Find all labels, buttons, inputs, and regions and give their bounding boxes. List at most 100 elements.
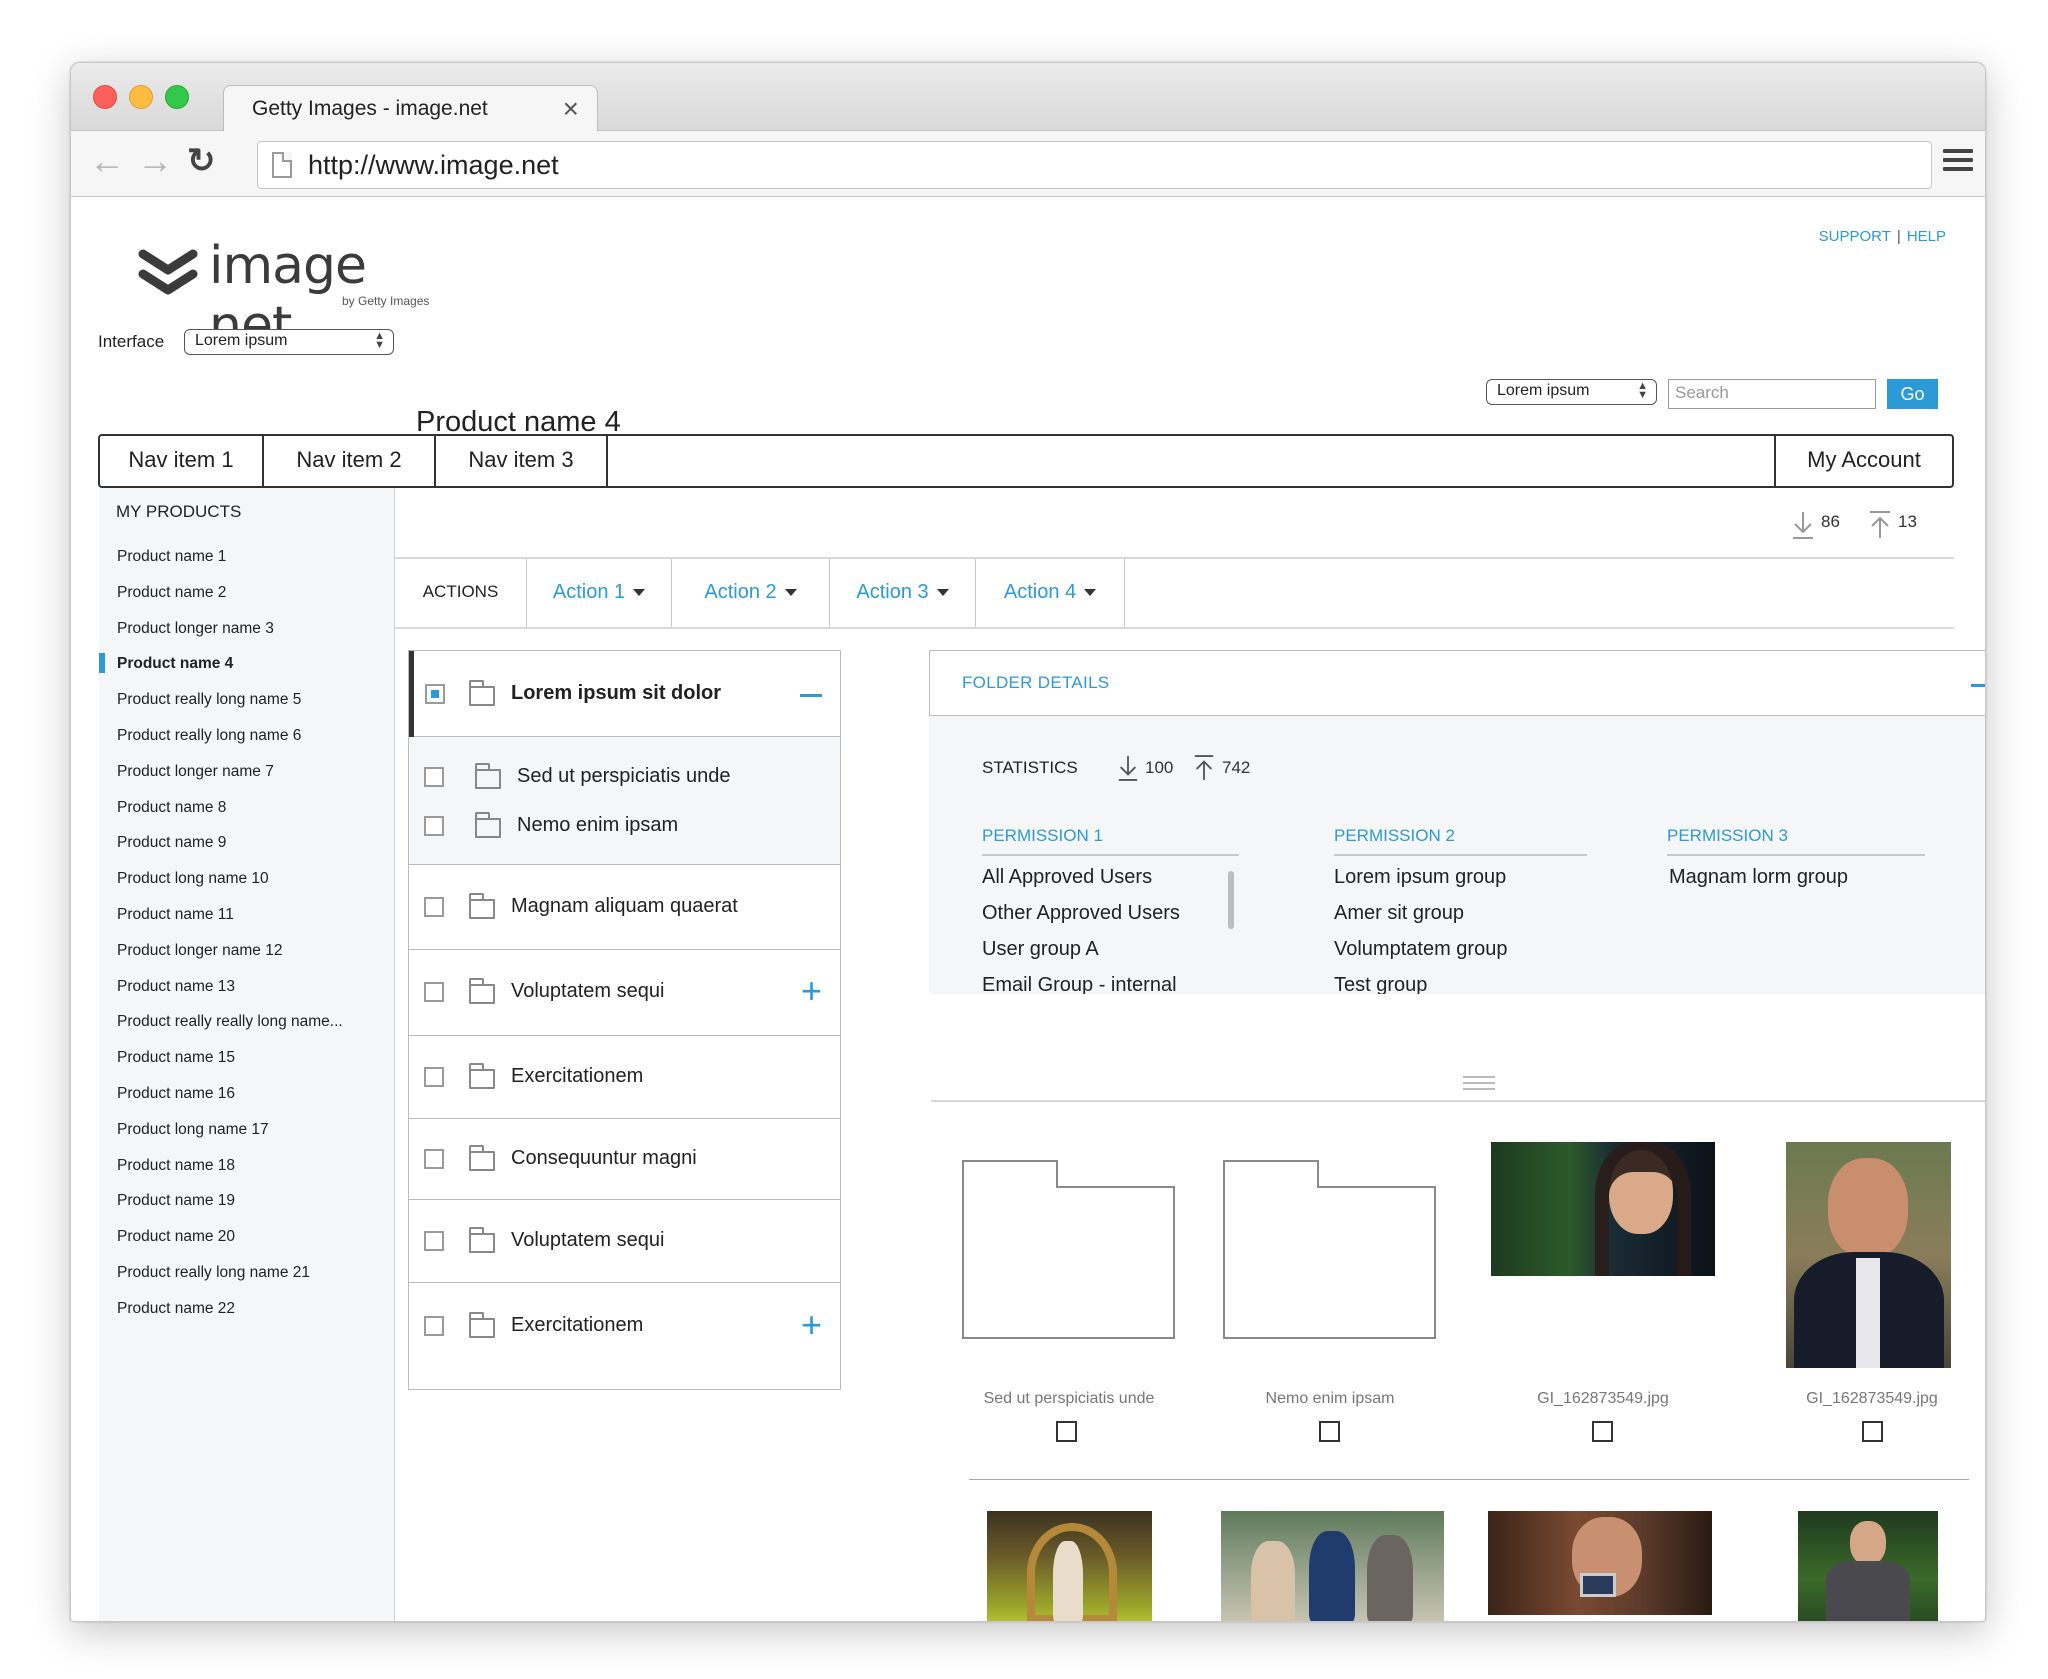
forward-arrow-icon[interactable]: → <box>137 141 173 181</box>
tree-row[interactable]: Voluptatem sequi + <box>409 950 840 1036</box>
thumbnail-checkbox[interactable] <box>1862 1421 1883 1442</box>
sidebar-item-product[interactable]: Product really long name 5 <box>117 691 343 727</box>
url-text[interactable]: http://www.image.net <box>308 150 559 181</box>
thumbnail-checkbox[interactable] <box>1319 1421 1340 1442</box>
nav-item-1[interactable]: Nav item 1 <box>100 436 264 486</box>
browser-tab[interactable]: Getty Images - image.net × <box>223 85 598 132</box>
photo-thumbnail[interactable] <box>1221 1511 1444 1621</box>
sidebar-item-product[interactable]: Product name 22 <box>117 1300 343 1336</box>
thumbnail-caption: GI_162873549.jpg <box>1537 1390 1669 1407</box>
sidebar-item-product[interactable]: Product name 8 <box>117 799 343 835</box>
sidebar-item-product[interactable]: Product name 19 <box>117 1192 343 1228</box>
my-account-link[interactable]: My Account <box>1774 436 1952 486</box>
collapse-icon[interactable] <box>800 694 822 697</box>
nav-item-3[interactable]: Nav item 3 <box>436 436 608 486</box>
reload-icon[interactable]: ↻ <box>187 141 216 181</box>
help-link[interactable]: HELP <box>1907 228 1946 245</box>
photo-thumbnail[interactable] <box>1786 1142 1951 1368</box>
sidebar-item-product[interactable]: Product really really long name... <box>117 1013 343 1049</box>
sidebar-item-product[interactable]: Product longer name 7 <box>117 763 343 799</box>
tree-row[interactable]: Lorem ipsum sit dolor <box>414 651 840 737</box>
address-bar[interactable]: http://www.image.net <box>257 141 1932 189</box>
minimize-window-button[interactable] <box>129 85 153 109</box>
row-checkbox[interactable] <box>424 816 444 836</box>
photo-subject <box>1251 1541 1295 1621</box>
photo-thumbnail[interactable] <box>987 1511 1152 1621</box>
action-4-dropdown[interactable]: Action 4 <box>976 559 1125 627</box>
sidebar-item-product[interactable]: Product longer name 3 <box>117 620 343 656</box>
caret-down-icon <box>936 589 949 597</box>
folder-icon <box>469 1227 495 1253</box>
tree-row[interactable]: Nemo enim ipsam <box>409 801 840 865</box>
action-1-dropdown[interactable]: Action 1 <box>527 559 672 627</box>
tree-row[interactable]: Consequuntur magni <box>409 1119 840 1200</box>
thumbnail-checkbox[interactable] <box>1056 1421 1077 1442</box>
photo-thumbnail[interactable] <box>1491 1142 1715 1276</box>
sidebar-item-product[interactable]: Product name 9 <box>117 834 343 870</box>
collapse-icon[interactable] <box>1971 684 1985 687</box>
sidebar-item-product[interactable]: Product name 2 <box>117 584 343 620</box>
back-arrow-icon[interactable]: ← <box>89 141 125 181</box>
nav-item-2[interactable]: Nav item 2 <box>264 436 436 486</box>
tree-row[interactable]: Voluptatem sequi <box>409 1200 840 1283</box>
row-checkbox[interactable] <box>424 1231 444 1251</box>
resize-handle[interactable] <box>1463 1076 1495 1094</box>
permission-list-scrollbar[interactable] <box>1228 871 1234 929</box>
sidebar-item-product[interactable]: Product long name 10 <box>117 870 343 906</box>
folder-thumbnail[interactable] <box>962 1186 1175 1339</box>
support-link[interactable]: SUPPORT <box>1819 228 1891 245</box>
browser-toolbar: ← → ↻ http://www.image.net <box>71 131 1985 197</box>
expand-icon[interactable]: + <box>801 973 822 1009</box>
image-net-logo[interactable]: image net by Getty Images <box>137 236 447 356</box>
sidebar-item-product[interactable]: Product name 20 <box>117 1228 343 1264</box>
browser-titlebar: Getty Images - image.net × <box>71 63 1985 132</box>
action-3-dropdown[interactable]: Action 3 <box>830 559 976 627</box>
select-arrows-icon: ▲ ▼ <box>1637 380 1648 401</box>
maximize-window-button[interactable] <box>165 85 189 109</box>
row-checkbox[interactable] <box>424 982 444 1002</box>
actions-bar: ACTIONS Action 1 Action 2 Action 3 Actio… <box>395 559 1954 627</box>
folder-thumbnail[interactable] <box>1223 1186 1436 1339</box>
browser-menu-icon[interactable] <box>1943 149 1973 175</box>
sidebar-item-product[interactable]: Product long name 17 <box>117 1121 343 1157</box>
sidebar-heading: MY PRODUCTS <box>116 502 242 521</box>
folder-icon <box>475 812 501 838</box>
photo-thumbnail[interactable] <box>1488 1511 1712 1615</box>
row-checkbox[interactable] <box>424 1067 444 1087</box>
tree-row[interactable]: Magnam aliquam quaerat <box>409 865 840 950</box>
permission-2-list: Lorem ipsum group Amer sit group Volumptat… <box>1334 866 1507 994</box>
action-2-dropdown[interactable]: Action 2 <box>672 559 830 627</box>
row-checkbox[interactable] <box>425 684 445 704</box>
sidebar-item-product[interactable]: Product longer name 12 <box>117 942 343 978</box>
sidebar-item-product[interactable]: Product name 1 <box>117 548 343 584</box>
thumbnail-checkbox[interactable] <box>1592 1421 1613 1442</box>
sidebar-item-product[interactable]: Product name 11 <box>117 906 343 942</box>
link-separator: | <box>1896 228 1901 245</box>
close-window-button[interactable] <box>93 85 117 109</box>
tab-close-icon[interactable]: × <box>563 93 579 125</box>
expand-icon[interactable]: + <box>801 1307 822 1343</box>
page-icon <box>272 152 292 178</box>
row-checkbox[interactable] <box>424 897 444 917</box>
search-scope-select[interactable]: Lorem ipsum ▲ ▼ <box>1486 379 1657 405</box>
photo-camera <box>1580 1573 1616 1597</box>
interface-select[interactable]: Lorem ipsum ▲ ▼ <box>184 329 394 355</box>
sidebar-item-product[interactable]: Product name 13 <box>117 978 343 1014</box>
sidebar-item-product[interactable]: Product name 18 <box>117 1157 343 1193</box>
folder-details-header[interactable]: FOLDER DETAILS <box>929 650 1985 716</box>
row-checkbox[interactable] <box>424 1149 444 1169</box>
tree-row[interactable]: Exercitationem + <box>409 1283 840 1369</box>
tree-row[interactable]: Sed ut perspiciatis unde <box>409 737 840 801</box>
tree-row[interactable]: Exercitationem <box>409 1036 840 1119</box>
permission-group-item: User group A <box>982 938 1099 960</box>
sidebar-item-product[interactable]: Product name 16 <box>117 1085 343 1121</box>
sidebar-item-product[interactable]: Product name 15 <box>117 1049 343 1085</box>
photo-thumbnail[interactable] <box>1798 1511 1938 1621</box>
go-button[interactable]: Go <box>1887 379 1938 409</box>
row-checkbox[interactable] <box>424 767 444 787</box>
sidebar-item-product[interactable]: Product really long name 21 <box>117 1264 343 1300</box>
sidebar-item-product[interactable]: Product name 4 <box>99 653 343 691</box>
search-input[interactable]: Search <box>1668 379 1876 409</box>
row-checkbox[interactable] <box>424 1316 444 1336</box>
sidebar-item-product[interactable]: Product really long name 6 <box>117 727 343 763</box>
